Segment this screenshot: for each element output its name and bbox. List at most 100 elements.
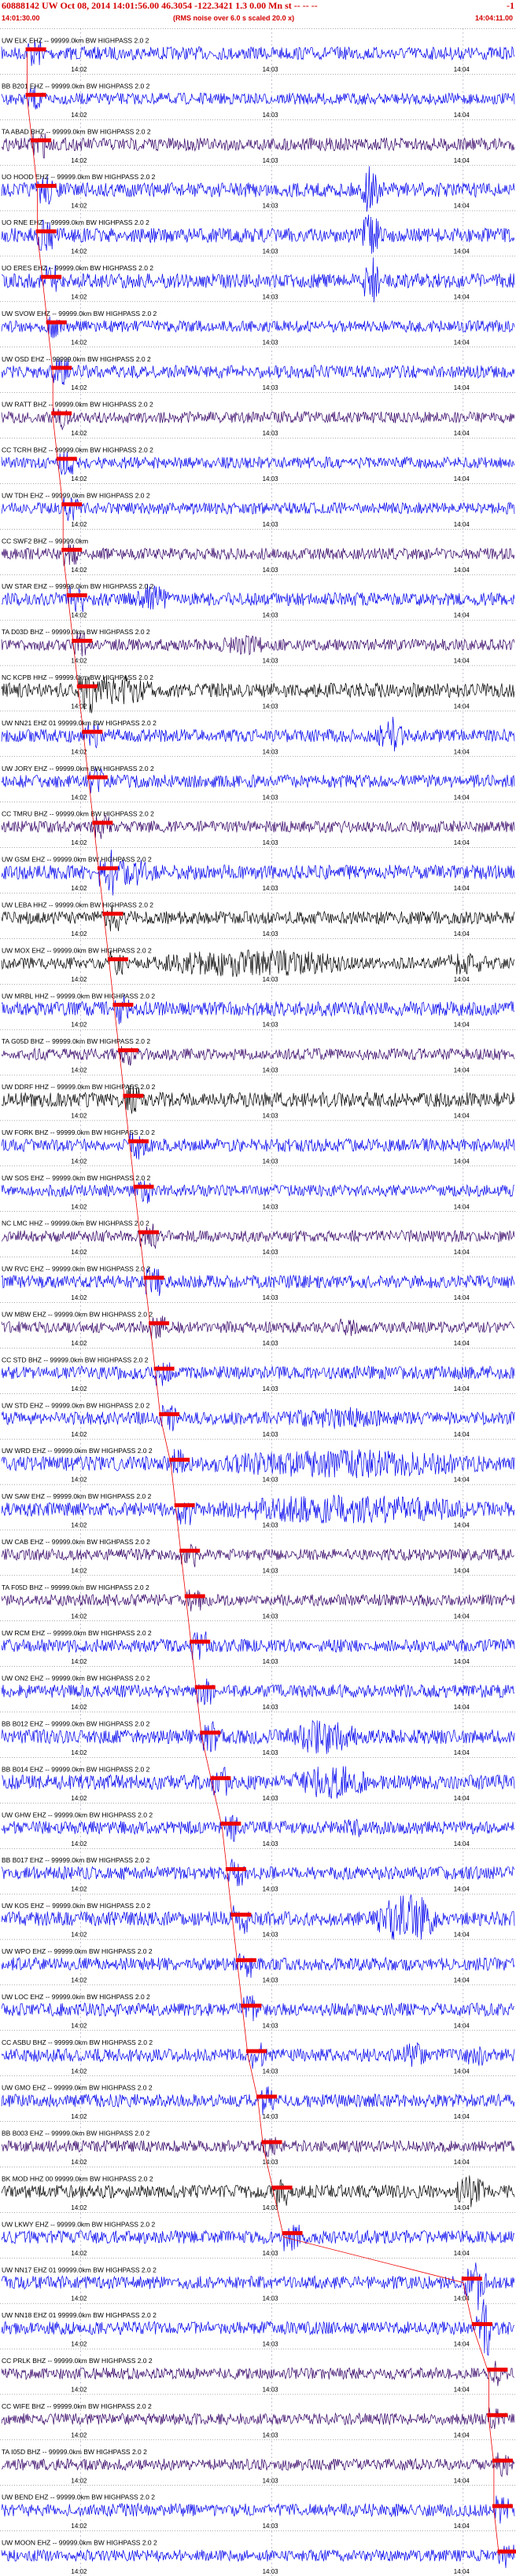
time-tick-label: 14:03 [263,1658,279,1665]
channel-label: UW LOC EHZ -- 99999.0km BW HIGHPASS 2.0 … [2,1993,150,2001]
time-tick-label: 14:03 [263,839,279,846]
time-tick-label: 14:02 [71,1522,87,1529]
end-time-label: 14:04:11.00 [474,14,513,22]
time-tick-label: 14:02 [71,1658,87,1665]
pick-marker [487,2367,508,2372]
time-tick-label: 14:04 [454,1431,470,1438]
time-tick-label: 14:02 [71,2341,87,2348]
plot-header: 60888142 UW Oct 08, 2014 14:01:56.00 46.… [0,0,516,28]
time-tick-label: 14:04 [454,384,470,391]
trace-row: UW GHW EHZ -- 99999.0km BW HIGHPASS 2.0 … [0,1803,516,1848]
trace-row: UW KOS EHZ -- 99999.0km BW HIGHPASS 2.0 … [0,1893,516,1940]
time-tick-label: 14:02 [71,976,87,983]
waveform-trace [1,1362,515,1386]
time-tick-label: 14:03 [263,1203,279,1210]
waveform-trace [1,814,515,839]
waveform-trace [1,542,515,567]
time-tick-label: 14:02 [71,2477,87,2484]
pick-marker [461,2277,482,2281]
channel-label: CC PRLK BHZ -- 99999.0km BW HIGHPASS 2.0… [2,2357,153,2365]
pick-marker [51,411,72,416]
time-tick-label: 14:03 [263,2204,279,2211]
channel-label: UW RCM EHZ -- 99999.0km BW HIGHPASS 2.0 … [2,1629,152,1637]
time-tick-label: 14:02 [71,2159,87,2166]
trace-row: CC PRLK BHZ -- 99999.0km BW HIGHPASS 2.0… [0,2348,516,2394]
time-tick-label: 14:02 [71,384,87,391]
pick-marker [210,1776,231,1781]
channel-label: UW STD EHZ -- 99999.0km BW HIGHPASS 2.0 … [2,1401,150,1409]
time-tick-label: 14:04 [454,612,470,619]
time-tick-label: 14:04 [454,2159,470,2166]
waveform-trace [1,1543,515,1568]
time-tick-label: 14:04 [454,1067,470,1074]
time-tick-label: 14:04 [454,2113,470,2120]
waveform-trace [1,496,515,521]
waveform-trace [1,2137,515,2158]
trace-row: UW LEBA HHZ -- 99999.0km BW HIGHPASS 2.0… [0,893,516,938]
pick-marker [149,1321,170,1326]
waveform-trace [1,1224,515,1249]
time-tick-label: 14:03 [263,1340,279,1347]
time-tick-label: 14:02 [71,1203,87,1210]
pick-marker [31,138,52,143]
channel-label: UW MOON EHZ -- 99999.0km BW HIGHPASS 2.0… [2,2539,157,2547]
trace-row: BK MOD HHZ 00 99999.0km BW HIGHPASS 2.0 … [0,2167,516,2211]
channel-label: UW WRD EHZ -- 99999.0km BW HIGHPASS 2.0 … [2,1447,153,1455]
time-tick-label: 14:03 [263,66,279,73]
time-tick-label: 14:04 [454,1976,470,1983]
trace-row: TA ABAD BHZ -- 99999.0km BW HIGHPASS 2.0… [0,119,516,164]
time-tick-label: 14:03 [263,976,279,983]
pick-marker [261,2140,282,2145]
trace-row: UW JORY EHZ -- 99999.0km BW HIGHPASS 2.0… [0,756,516,801]
time-tick-label: 14:03 [263,567,279,574]
waveform-trace [1,408,515,431]
waveform-trace [1,1132,515,1160]
pick-marker [66,593,87,598]
pick-marker [92,820,113,825]
waveform-trace [1,2407,515,2429]
pick-marker [51,365,72,370]
time-tick-label: 14:03 [263,203,279,210]
time-tick-label: 14:04 [454,1294,470,1301]
pick-marker [245,2049,267,2053]
time-tick-label: 14:03 [263,2523,279,2530]
time-tick-label: 14:03 [263,2341,279,2348]
time-tick-label: 14:04 [454,157,470,164]
trace-row: CC SWF2 BHZ -- 99999.0km 14:02 14:03 14:04 [0,529,516,574]
channel-label: UW MRBL HHZ -- 99999.0km BW HIGHPASS 2.0… [2,992,155,1000]
waveform-trace [1,1815,515,1842]
pick-marker [102,912,123,916]
time-tick-label: 14:03 [263,157,279,164]
time-tick-label: 14:03 [263,430,279,437]
pick-marker [72,638,93,643]
trace-row: UW STD EHZ -- 99999.0km BW HIGHPASS 2.0 … [0,1393,516,1438]
time-tick-label: 14:04 [454,839,470,846]
time-tick-label: 14:03 [263,2431,279,2438]
trace-row: BB B017 EHZ -- 99999.0km BW HIGHPASS 2.0… [0,1848,516,1893]
trace-row: BB B003 EHZ -- 99999.0km BW HIGHPASS 2.0… [0,2121,516,2166]
trace-row: UW OSD EHZ -- 99999.0km BW HIGHPASS 2.0 … [0,347,516,391]
pick-marker [138,1230,160,1235]
time-tick-label: 14:04 [454,1203,470,1210]
time-tick-label: 14:02 [71,203,87,210]
pick-marker [225,1867,246,1872]
pick-marker [107,957,128,962]
trace-row: UW RVC EHZ -- 99999.0km BW HIGHPASS 2.0 … [0,1257,516,1301]
time-tick-label: 14:04 [454,475,470,483]
trace-row: TA D03D BHZ -- 99999.0km BW HIGHPASS 2.0… [0,619,516,665]
time-tick-label: 14:02 [71,794,87,801]
trace-row: UW SVOW EHZ -- 99999.0km BW HIGHPASS 2.0… [0,301,516,346]
seismogram-plot: UW ELK EHZ -- 99999.0km BW HIGHPASS 2.0 … [0,28,516,2576]
rms-noise-note: (RMS noise over 6.0 s scaled 20.0 x) [173,14,295,22]
time-tick-label: 14:04 [454,521,470,528]
trace-row: UO RNE EHZ -- 99999.0km BW HIGHPASS 2.0 … [0,210,516,255]
channel-label: UW RVC EHZ -- 99999.0km BW HIGHPASS 2.0 … [2,1265,150,1273]
time-tick-label: 14:04 [454,203,470,210]
pick-marker [235,1958,256,1962]
time-tick-label: 14:02 [71,1886,87,1893]
trace-row: UW MBW EHZ -- 99999.0km BW HIGHPASS 2.0 … [0,1302,516,1347]
pick-marker [169,1457,190,1462]
trace-row: BB B201 EHZ -- 99999.0km BW HIGHPASS 2.0… [0,74,516,119]
time-tick-label: 14:03 [263,2022,279,2029]
time-tick-label: 14:04 [454,2204,470,2211]
